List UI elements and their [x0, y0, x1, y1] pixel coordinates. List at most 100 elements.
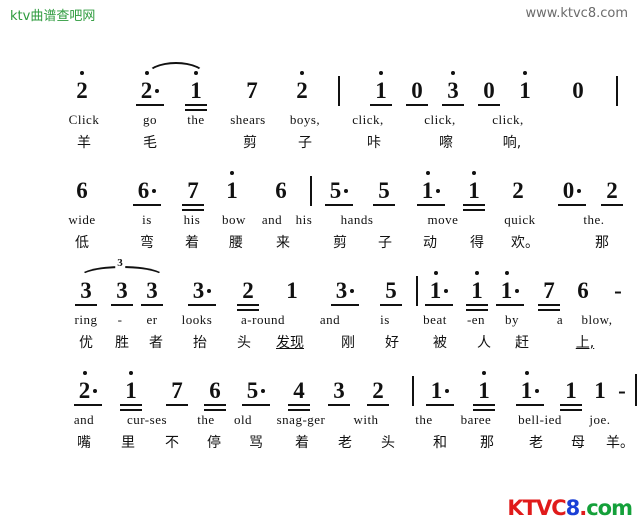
lyric-syllable: and [73, 412, 95, 427]
augmentation-dot [93, 389, 98, 393]
note-1: 1 [223, 171, 241, 203]
lyric-syllable: looks [181, 312, 213, 327]
note-digit: 1 [520, 371, 533, 403]
note-5: 5 [242, 379, 270, 406]
note-digit: 2 [76, 71, 88, 103]
note-1: 1 [496, 271, 524, 306]
score-system: 3 3 3 3 3 2 1 3 5 1 1 1 7 6- ring - er looks a-round and is b… [0, 257, 640, 360]
lyric-syllable: 赶 [515, 335, 529, 351]
lyrics-row-chinese: 羊 毛 剪 子 咔 嚓 响, [0, 132, 640, 152]
note-1: 1 [591, 379, 609, 402]
lyric-syllable: 着 [295, 435, 309, 451]
note-6: 6 [574, 279, 592, 302]
note-digit: 2 [242, 278, 254, 303]
lyric-syllable: by [505, 312, 519, 327]
note-row: 33333213511176- [0, 257, 640, 312]
lyric-syllable: 来 [276, 235, 290, 251]
lyric-syllable: his [295, 212, 313, 227]
lyric-syllable: the [415, 412, 433, 427]
lyric-syllable: 动 [423, 235, 437, 251]
lyric-syllable: - [117, 312, 123, 327]
lyric-syllable: with [353, 412, 379, 427]
lyrics-row-chinese: 嘴 里 不 停 骂 着 老 头 和 那 老 母 羊。 [0, 432, 640, 452]
note-digit: 5 [329, 178, 342, 203]
note-digit: 1 [226, 171, 238, 203]
lyric-syllable: ring [74, 312, 98, 327]
lyric-syllable: 停 [207, 435, 221, 451]
lyric-syllable: click, [424, 112, 456, 127]
lyric-syllable: 者 [149, 335, 163, 351]
lyric-syllable: beat [423, 312, 447, 327]
note-1: 1 [425, 271, 453, 306]
note-digit: 3 [146, 278, 158, 303]
note-1: 1 [120, 371, 142, 411]
lyric-syllable: 好 [385, 335, 399, 351]
note-3: 3 [331, 278, 359, 306]
note-1: 1 [370, 71, 392, 106]
lyric-syllable: 嚓 [439, 135, 453, 151]
lyric-syllable: 里 [121, 435, 135, 451]
lyric-syllable: 毛 [143, 135, 157, 151]
lyric-syllable: 子 [298, 135, 312, 151]
note-extension-dash: - [613, 379, 631, 402]
lyric-syllable: is [380, 312, 390, 327]
lyric-syllable: quick [504, 212, 536, 227]
note-digit: 1 [286, 278, 298, 303]
augmentation-dot [155, 89, 160, 93]
site-watermark-text: ktv曲谱查吧网 [10, 9, 96, 24]
note-digit: 2 [78, 371, 91, 403]
lyric-syllable: 发现 [276, 335, 304, 351]
note-2: 2 [136, 71, 164, 106]
note-digit: 3 [447, 71, 459, 103]
lyric-syllable: 腰 [229, 235, 243, 251]
lyric-syllable: shears [230, 112, 266, 127]
note-1: 1 [516, 71, 534, 102]
note-digit: 4 [293, 378, 305, 403]
lyric-syllable: 弯 [140, 235, 154, 251]
lyric-syllable: 咔 [367, 135, 381, 151]
note-digit: 3 [333, 378, 345, 403]
triplet-bracket: 3 [78, 257, 166, 276]
note-digit: 1 [421, 171, 434, 203]
lyric-syllable: baree [460, 412, 492, 427]
lyric-syllable: and [319, 312, 341, 327]
note-2: 2 [293, 71, 311, 103]
note-2: 2 [367, 379, 389, 406]
note-6: 6 [204, 378, 226, 411]
lyric-syllable: Click [68, 112, 100, 127]
note-row: 22172103010 [0, 60, 640, 112]
lyrics-row-chinese: 低 弯 着 腰 来 剪 子 动 得 欢。 那 [0, 232, 640, 252]
augmentation-dot [152, 189, 157, 193]
note-5: 5 [373, 178, 395, 206]
logo-part-ktvc: KTVC [507, 496, 566, 520]
note-digit: 3 [116, 278, 128, 303]
note-digit: 6 [209, 378, 221, 403]
note-1: 1 [283, 279, 301, 302]
note-7: 7 [538, 279, 560, 311]
lyric-syllable: snag-ger [276, 412, 326, 427]
lyric-syllable: 头 [237, 335, 251, 351]
note-digit: 1 [375, 71, 387, 103]
note-digit: 0 [562, 178, 575, 203]
note-digit: - [618, 378, 626, 403]
lyric-syllable: wide [68, 212, 96, 227]
note-digit: 2 [296, 71, 308, 103]
lyric-syllable: 头 [381, 435, 395, 451]
note-digit: 0 [411, 78, 423, 103]
note-digit: 6 [577, 278, 589, 303]
lyric-syllable: click, [492, 112, 524, 127]
lyric-syllable: go [143, 112, 157, 127]
lyric-syllable: er [146, 312, 158, 327]
lyric-syllable: 嘴 [77, 435, 91, 451]
augmentation-dot [350, 289, 355, 293]
note-digit: 1 [500, 271, 513, 303]
note-digit: 3 [80, 278, 92, 303]
note-digit: 3 [335, 278, 348, 303]
note-2: 2 [509, 179, 527, 202]
lyrics-row-english: wide is his bow and his hands move quick the. [0, 212, 640, 232]
lyric-syllable: his [183, 212, 201, 227]
score-system: 2 1 7 6 5 4 3 2 1 1 1 1 1- and cur-ses the old snag-ger wi… [0, 360, 640, 460]
note-digit: 1 [594, 378, 606, 403]
ktvc8-logo: KTVC8.com [507, 496, 633, 520]
note-digit: 5 [378, 178, 390, 203]
